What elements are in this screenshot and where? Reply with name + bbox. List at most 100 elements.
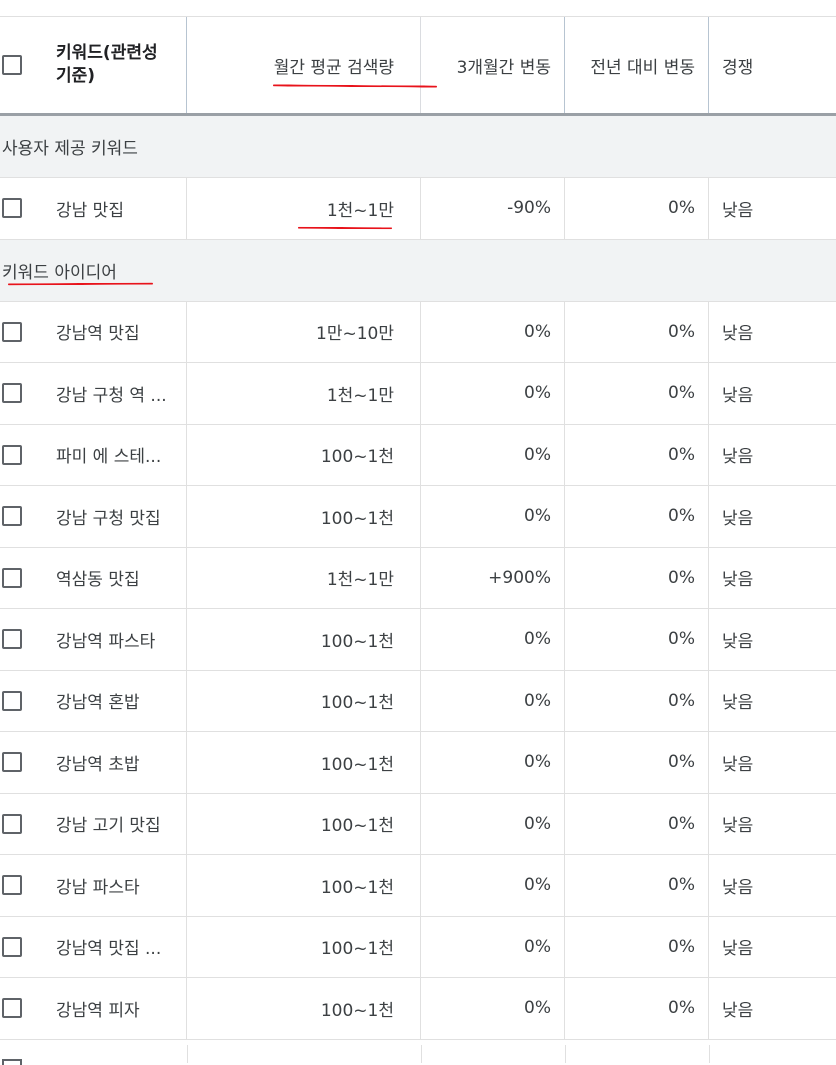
- table-row[interactable]: 강남역 파스타 100~1천 0% 0% 낮음: [0, 609, 836, 671]
- yoy-value: 0%: [668, 321, 695, 342]
- table-row[interactable]: 역삼동 맛집 1천~1만 +900% 0% 낮음: [0, 547, 836, 609]
- row-checkbox[interactable]: [2, 690, 22, 711]
- yoy-cell: 0%: [565, 547, 709, 608]
- header-yoy-cell[interactable]: 전년 대비 변동: [565, 17, 709, 113]
- row-checkbox[interactable]: [2, 567, 22, 588]
- table-row[interactable]: 강남역 맛집 ... 100~1천 0% 0% 낮음: [0, 916, 836, 978]
- table-row[interactable]: 강남역 초밥 100~1천 0% 0% 낮음: [0, 732, 836, 794]
- keyword-cell: 강남 맛집: [40, 178, 187, 239]
- row-checkbox[interactable]: [2, 936, 22, 957]
- volume-cell: 1만~10만: [187, 301, 421, 362]
- volume-value: 100~1천: [320, 939, 394, 960]
- volume-value: 1만~10만: [316, 324, 394, 345]
- yoy-value: 0%: [668, 752, 695, 773]
- row-checkbox[interactable]: [2, 506, 22, 527]
- keyword-cell: 강남 고기 맛집: [40, 793, 187, 854]
- row-checkbox[interactable]: [2, 629, 22, 650]
- competition-value: 낮음: [722, 877, 754, 898]
- header-volume-cell[interactable]: 월간 평균 검색량: [187, 17, 421, 113]
- keyword-text: 강남역 맛집 ...: [56, 939, 162, 960]
- row-checkbox[interactable]: [2, 383, 22, 404]
- table-row[interactable]: 강남 파스타 100~1천 0% 0% 낮음: [0, 855, 836, 917]
- three-month-value: 0%: [524, 321, 551, 342]
- yoy-value: 0%: [668, 567, 695, 588]
- header-keyword-cell[interactable]: 키워드(관련성 기준): [40, 17, 187, 113]
- header-three-month-cell[interactable]: 3개월간 변동: [421, 17, 565, 113]
- yoy-value: 0%: [668, 875, 695, 896]
- partial-row-checkbox[interactable]: [2, 1059, 22, 1065]
- row-checkbox[interactable]: [2, 998, 22, 1019]
- competition-cell: 낮음: [709, 548, 836, 609]
- header-volume-label: 월간 평균 검색량: [273, 57, 394, 78]
- volume-value: 100~1천: [320, 631, 394, 652]
- yoy-cell: 0%: [565, 978, 709, 1039]
- row-checkbox[interactable]: [2, 813, 22, 834]
- yoy-cell: 0%: [565, 424, 709, 485]
- row-checkbox[interactable]: [2, 444, 22, 465]
- header-select-cell: [0, 17, 40, 113]
- volume-value: 100~1천: [320, 508, 394, 529]
- keyword-cell: 강남역 파스타: [40, 609, 187, 670]
- row-select-cell: [0, 486, 40, 547]
- competition-value: 낮음: [722, 939, 754, 960]
- row-checkbox[interactable]: [2, 321, 22, 342]
- table-header: 키워드(관련성 기준) 월간 평균 검색량 3개월간 변동 전년 대비 변동 경…: [0, 16, 836, 116]
- keyword-text: 강남역 초밥: [56, 754, 140, 775]
- three-month-value: 0%: [524, 629, 551, 650]
- yoy-cell: 0%: [565, 670, 709, 731]
- keyword-text: 역삼동 맛집: [56, 570, 140, 591]
- table-row[interactable]: 강남 고기 맛집 100~1천 0% 0% 낮음: [0, 793, 836, 855]
- row-checkbox[interactable]: [2, 198, 22, 219]
- header-yoy-label: 전년 대비 변동: [590, 57, 695, 78]
- keyword-text: 강남 구청 역 ...: [56, 385, 167, 406]
- three-month-cell: 0%: [421, 486, 565, 547]
- three-month-cell: 0%: [421, 363, 565, 424]
- keyword-cell: 강남 파스타: [40, 855, 187, 916]
- competition-value: 낮음: [722, 631, 754, 652]
- volume-value: 100~1천: [320, 447, 394, 468]
- header-competition-cell[interactable]: 경쟁: [709, 17, 836, 113]
- yoy-cell: 0%: [565, 732, 709, 793]
- row-checkbox[interactable]: [2, 752, 22, 773]
- keyword-text: 강남 파스타: [56, 877, 140, 898]
- select-all-checkbox[interactable]: [2, 55, 22, 75]
- volume-value: 1천~1만: [326, 200, 394, 221]
- competition-cell: 낮음: [709, 732, 836, 793]
- row-select-cell: [0, 425, 40, 486]
- volume-cell: 100~1천: [187, 978, 421, 1039]
- partial-divider: [709, 1045, 710, 1063]
- table-row[interactable]: 강남 구청 역 ... 1천~1만 0% 0% 낮음: [0, 363, 836, 425]
- volume-value: 1천~1만: [326, 385, 394, 406]
- table-row[interactable]: 강남 맛집 1천~1만 -90% 0% 낮음: [0, 178, 836, 240]
- three-month-value: 0%: [524, 813, 551, 834]
- competition-cell: 낮음: [709, 425, 836, 486]
- keyword-cell: 강남역 맛집 ...: [40, 916, 187, 977]
- section-ideas-label: 키워드 아이디어: [2, 262, 117, 283]
- table-row[interactable]: 강남 구청 맛집 100~1천 0% 0% 낮음: [0, 486, 836, 548]
- keyword-text: 강남역 파스타: [56, 631, 156, 652]
- partial-divider: [565, 1045, 566, 1063]
- table-row[interactable]: 강남역 피자 100~1천 0% 0% 낮음: [0, 978, 836, 1040]
- table-row[interactable]: 강남역 혼밥 100~1천 0% 0% 낮음: [0, 670, 836, 732]
- row-select-cell: [0, 363, 40, 424]
- table-row-partial: [0, 1045, 836, 1065]
- row-checkbox[interactable]: [2, 875, 22, 896]
- three-month-value: 0%: [524, 936, 551, 957]
- keyword-cell: 강남역 피자: [40, 978, 187, 1039]
- table-row[interactable]: 파미 에 스테... 100~1천 0% 0% 낮음: [0, 424, 836, 486]
- table-row[interactable]: 강남역 맛집 1만~10만 0% 0% 낮음: [0, 301, 836, 363]
- row-select-cell: [0, 917, 40, 978]
- keyword-text: 강남 구청 맛집: [56, 508, 161, 529]
- three-month-cell: 0%: [421, 732, 565, 793]
- three-month-cell: 0%: [421, 793, 565, 854]
- volume-value: 100~1천: [320, 1000, 394, 1021]
- row-select-cell: [0, 978, 40, 1039]
- yoy-value: 0%: [668, 998, 695, 1019]
- competition-value: 낮음: [722, 385, 754, 406]
- keyword-cell: 강남 구청 역 ...: [40, 363, 187, 424]
- three-month-cell: 0%: [421, 424, 565, 485]
- row-select-cell: [0, 609, 40, 670]
- competition-cell: 낮음: [709, 486, 836, 547]
- yoy-cell: 0%: [565, 793, 709, 854]
- header-keyword-label: 키워드(관련성 기준): [56, 43, 158, 86]
